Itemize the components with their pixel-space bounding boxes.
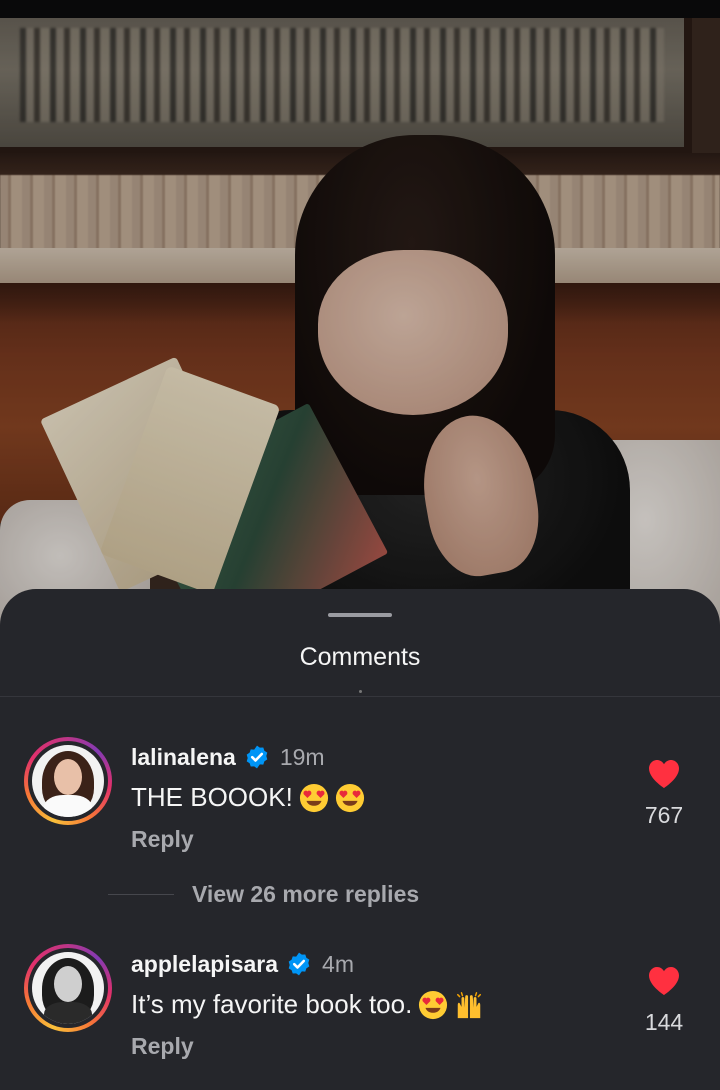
comments-sheet: Comments lalinalena 19m THE BOOOK! Reply… — [0, 589, 720, 1090]
thread-line — [108, 893, 174, 895]
like-control: 144 — [640, 965, 688, 1036]
header-divider — [0, 696, 720, 697]
comment-item: lalinalena 19m THE BOOOK! Reply 767 — [0, 734, 720, 854]
verified-badge-icon — [246, 745, 268, 769]
avatar[interactable] — [32, 745, 104, 817]
screen: Comments lalinalena 19m THE BOOOK! Reply… — [0, 0, 720, 1090]
raising-hands-emoji — [457, 991, 482, 1018]
comment-text: It’s my favorite book too. — [131, 989, 413, 1019]
comment-time: 19m — [279, 743, 325, 770]
like-count: 144 — [644, 1009, 684, 1035]
heart-eyes-emoji — [299, 783, 328, 812]
like-control: 767 — [640, 758, 688, 829]
comment-text-row: THE BOOOK! — [131, 782, 365, 813]
heart-eyes-emoji — [335, 783, 364, 812]
post-photo[interactable] — [0, 0, 720, 640]
avatar[interactable] — [32, 952, 104, 1024]
sheet-title: Comments — [299, 643, 421, 671]
heart-icon[interactable] — [647, 965, 681, 997]
reply-button[interactable]: Reply — [131, 826, 194, 853]
comment-username[interactable]: lalinalena — [131, 744, 236, 771]
avatar-story-ring[interactable] — [24, 944, 112, 1032]
verified-badge-icon — [288, 952, 310, 976]
comment-time: 4m — [322, 950, 354, 977]
avatar-story-ring[interactable] — [24, 737, 112, 825]
reply-button[interactable]: Reply — [131, 1033, 194, 1060]
view-more-replies-label: View 26 more replies — [192, 880, 420, 907]
view-more-replies-button[interactable]: View 26 more replies — [108, 879, 419, 909]
comment-text-row: It’s my favorite book too. — [131, 989, 484, 1020]
comment-text: THE BOOOK! — [131, 782, 293, 812]
heart-eyes-emoji — [419, 990, 448, 1019]
like-count: 767 — [644, 802, 684, 828]
drag-handle-icon[interactable] — [328, 613, 392, 617]
heart-icon[interactable] — [647, 758, 681, 790]
comment-item: applelapisara 4m It’s my favorite book t… — [0, 941, 720, 1061]
comment-username[interactable]: applelapisara — [131, 951, 278, 978]
